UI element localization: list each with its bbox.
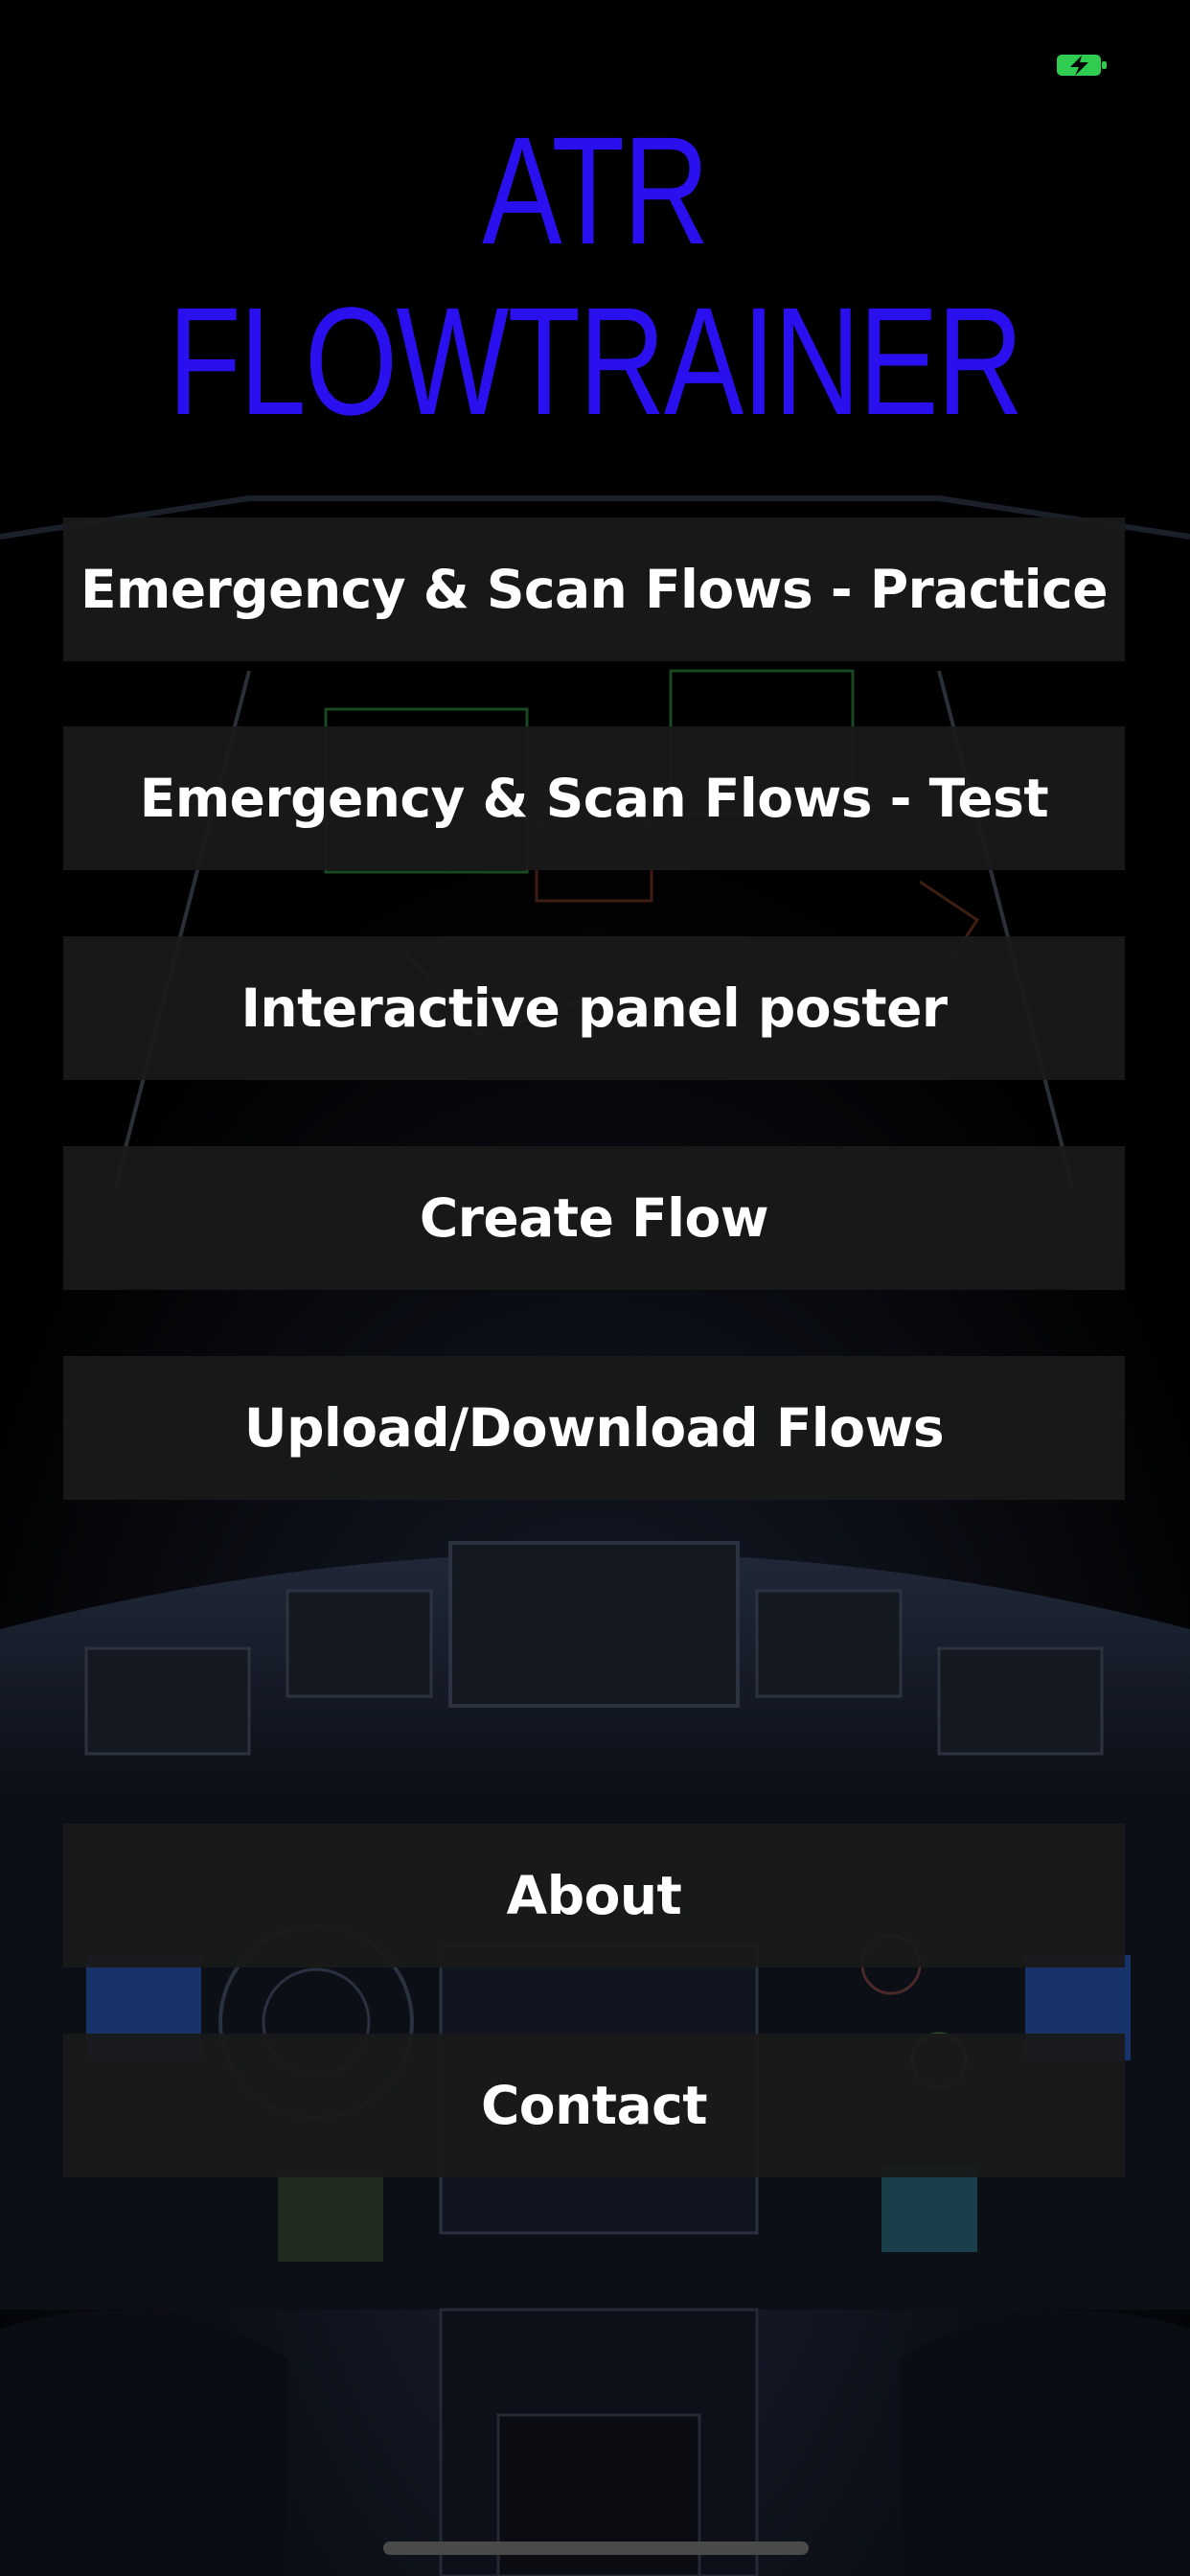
app-title-line2: FLOWTRAINER <box>168 275 1023 447</box>
upload-download-flows-button[interactable]: Upload/Download Flows <box>63 1356 1125 1500</box>
interactive-panel-poster-button[interactable]: Interactive panel poster <box>63 936 1125 1080</box>
app-title: ATR FLOWTRAINER <box>131 105 1060 447</box>
app-title-line1: ATR <box>482 104 709 276</box>
home-indicator[interactable] <box>383 2542 809 2555</box>
battery-charging-icon <box>1057 55 1107 76</box>
emergency-scan-test-button[interactable]: Emergency & Scan Flows - Test <box>63 726 1125 870</box>
contact-button[interactable]: Contact <box>63 2034 1125 2177</box>
emergency-scan-practice-button[interactable]: Emergency & Scan Flows - Practice <box>63 518 1125 661</box>
home-screen: ATR FLOWTRAINER Emergency & Scan Flows -… <box>0 0 1190 2576</box>
about-button[interactable]: About <box>63 1824 1125 1967</box>
create-flow-button[interactable]: Create Flow <box>63 1146 1125 1290</box>
